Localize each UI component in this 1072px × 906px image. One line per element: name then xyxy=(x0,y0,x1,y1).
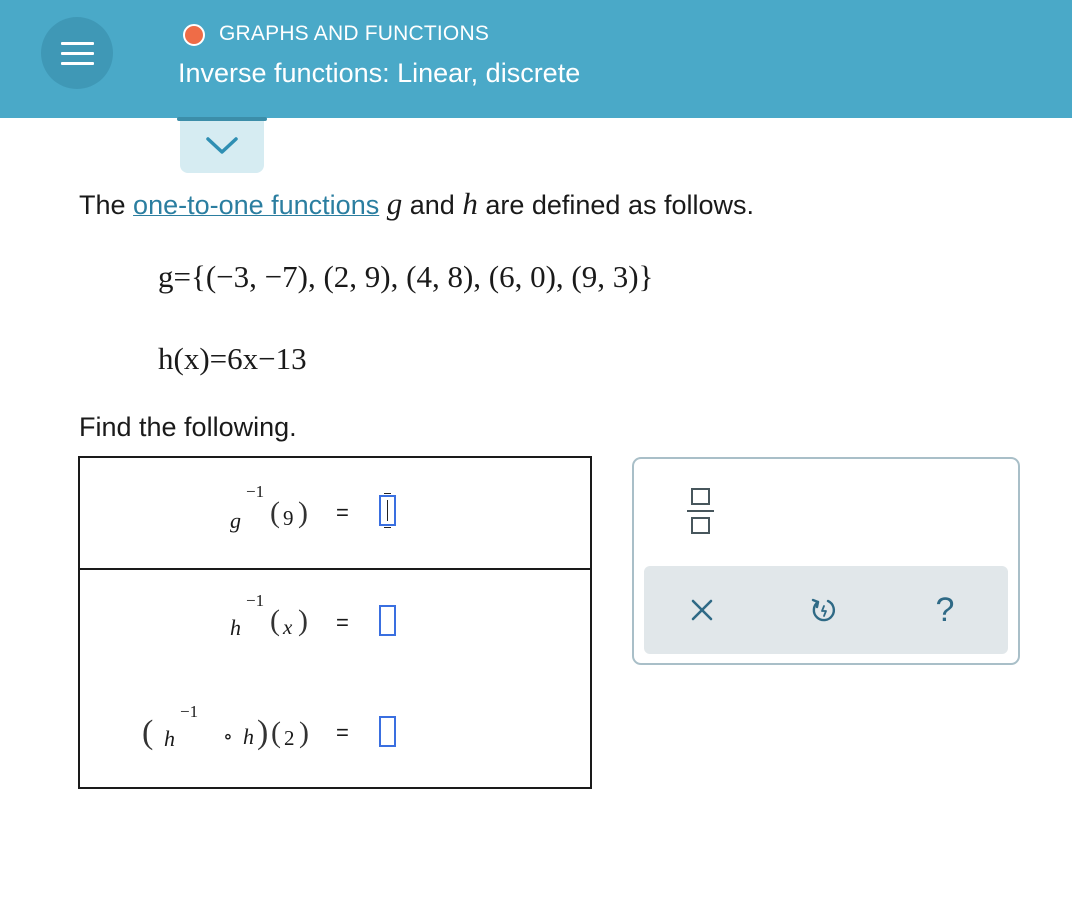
answer-input-g-inverse[interactable] xyxy=(379,493,396,528)
inverse-exponent: −1 xyxy=(180,702,199,721)
right-paren: ) xyxy=(298,496,308,529)
undo-button[interactable] xyxy=(808,594,840,626)
top-header: GRAPHS AND FUNCTIONS Inverse functions: … xyxy=(0,0,1072,118)
equals-sign: = xyxy=(336,720,349,745)
func-g: g xyxy=(230,508,241,533)
row-divider xyxy=(80,568,590,570)
action-bar: ? xyxy=(644,566,1008,654)
answer-table: g −1 ( 9 ) = h −1 ( x ) = ( h −1 ∘ h ) (… xyxy=(78,456,592,789)
fraction-button[interactable] xyxy=(687,486,715,542)
intro-and: and xyxy=(409,190,455,220)
intro-prefix: The xyxy=(79,190,126,220)
inverse-exponent: −1 xyxy=(246,591,265,610)
func-h: h xyxy=(230,615,241,640)
undo-icon xyxy=(811,598,836,622)
help-icon: ? xyxy=(935,591,955,629)
argument-2: 2 xyxy=(284,726,295,750)
equals-sign: = xyxy=(336,500,349,525)
chevron-down-icon xyxy=(206,137,238,154)
argument-x: x xyxy=(283,615,293,639)
h-definition: h(x)=6x−13 xyxy=(158,341,307,376)
math-palette: ? xyxy=(632,457,1020,665)
left-paren: ( xyxy=(270,604,280,637)
func-h-inner: h xyxy=(243,724,254,749)
find-instruction: Find the following. xyxy=(79,412,297,442)
topic-status-icon xyxy=(183,24,205,46)
clear-button[interactable] xyxy=(686,594,718,626)
var-h: h xyxy=(462,186,478,221)
hamburger-icon-line xyxy=(61,52,94,55)
compose-operator: ∘ xyxy=(223,726,233,748)
inverse-exponent: −1 xyxy=(246,482,265,501)
topic-label: GRAPHS AND FUNCTIONS xyxy=(219,22,490,45)
right-paren: ) xyxy=(299,716,309,749)
expand-header-button[interactable] xyxy=(177,117,267,173)
intro-suffix: are defined as follows. xyxy=(485,190,754,220)
func-h-outer: h xyxy=(164,726,175,751)
tab-ridge xyxy=(177,117,267,121)
var-g: g xyxy=(386,186,403,221)
hamburger-icon-line xyxy=(61,62,94,65)
hamburger-icon xyxy=(61,42,94,45)
one-to-one-functions-link[interactable]: one-to-one functions xyxy=(133,190,379,220)
argument-9: 9 xyxy=(283,506,294,530)
left-paren-outer: ( xyxy=(142,714,154,751)
right-paren-outer: ) xyxy=(257,714,269,751)
left-paren: ( xyxy=(270,496,280,529)
page-title: Inverse functions: Linear, discrete xyxy=(178,58,581,88)
answer-input-h-inverse[interactable] xyxy=(379,605,396,636)
problem-intro: The one-to-one functions g and h are def… xyxy=(79,186,754,222)
equals-sign: = xyxy=(336,610,349,635)
g-definition: g={(−3, −7), (2, 9), (4, 8), (6, 0), (9,… xyxy=(158,259,654,294)
right-paren: ) xyxy=(298,604,308,637)
menu-button[interactable] xyxy=(41,17,113,89)
help-button[interactable]: ? xyxy=(929,591,961,629)
left-paren: ( xyxy=(271,716,281,749)
answer-input-composition[interactable] xyxy=(379,716,396,747)
clear-icon xyxy=(691,599,713,621)
